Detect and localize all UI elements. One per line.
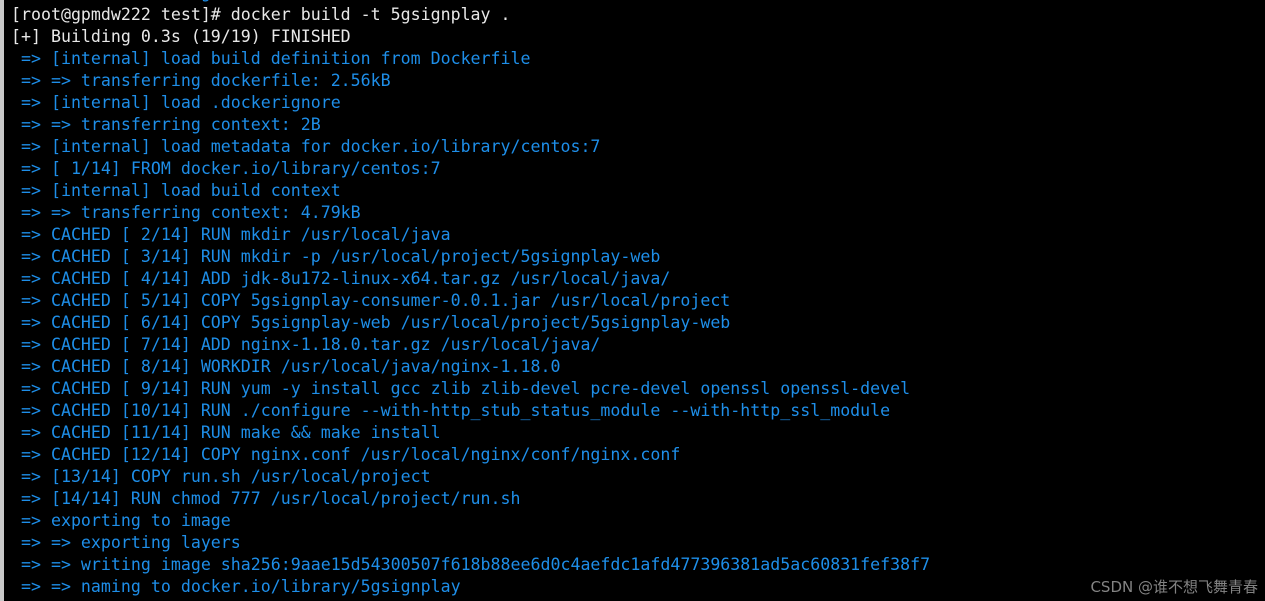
terminal-line: => => transferring context: 2B: [11, 115, 321, 134]
terminal-line: => CACHED [12/14] COPY nginx.conf /usr/l…: [11, 445, 681, 464]
terminal-line: => CACHED [ 6/14] COPY 5gsignplay-web /u…: [11, 313, 731, 332]
terminal-line: => CACHED [ 4/14] ADD jdk-8u172-linux-x6…: [11, 269, 671, 288]
terminal-line: => CACHED [ 2/14] RUN mkdir /usr/local/j…: [11, 225, 451, 244]
terminal-line: => => transferring context: 4.79kB: [11, 203, 361, 222]
terminal-line: => => exporting layers: [11, 533, 241, 552]
terminal-line: => [13/14] COPY run.sh /usr/local/projec…: [11, 467, 431, 486]
terminal-line: => [14/14] RUN chmod 777 /usr/local/proj…: [11, 489, 521, 508]
terminal-left-gutter: [0, 0, 4, 601]
terminal-line: => CACHED [ 5/14] COPY 5gsignplay-consum…: [11, 291, 731, 310]
terminal-line: => CACHED [10/14] RUN ./configure --with…: [11, 401, 891, 420]
csdn-watermark: CSDN @谁不想飞舞青春: [1090, 578, 1258, 596]
terminal-line: => [internal] load build context: [11, 181, 341, 200]
terminal-line: => CACHED [ 8/14] WORKDIR /usr/local/jav…: [11, 357, 561, 376]
terminal-window[interactable]: => => transferring context: 2B [root@gpmd…: [0, 0, 1265, 601]
terminal-line: => CACHED [ 9/14] RUN yum -y install gcc…: [11, 379, 911, 398]
terminal-line: [+] Building 0.3s (19/19) FINISHED: [11, 27, 351, 46]
terminal-line: => CACHED [11/14] RUN make && make insta…: [11, 423, 441, 442]
terminal-line: => CACHED [ 7/14] ADD nginx-1.18.0.tar.g…: [11, 335, 601, 354]
terminal-line: => => transferring dockerfile: 2.56kB: [11, 71, 391, 90]
terminal-output-area[interactable]: => => transferring context: 2B [root@gpmd…: [0, 0, 1265, 601]
terminal-line: => => writing image sha256:9aae15d543005…: [11, 555, 931, 574]
terminal-line: => [internal] load metadata for docker.i…: [11, 137, 601, 156]
terminal-line: [root@gpmdw222 test]# docker build -t 5g…: [11, 5, 511, 24]
terminal-line: => exporting to image: [11, 511, 231, 530]
terminal-line: => CACHED [ 3/14] RUN mkdir -p /usr/loca…: [11, 247, 661, 266]
terminal-scroll-viewport: => => transferring context: 2B [root@gpmd…: [0, 0, 1265, 601]
terminal-line: => [ 1/14] FROM docker.io/library/centos…: [11, 159, 441, 178]
terminal-line: => [internal] load .dockerignore: [11, 93, 341, 112]
terminal-line: => => naming to docker.io/library/5gsign…: [11, 577, 461, 596]
terminal-line: => [internal] load build definition from…: [11, 49, 531, 68]
